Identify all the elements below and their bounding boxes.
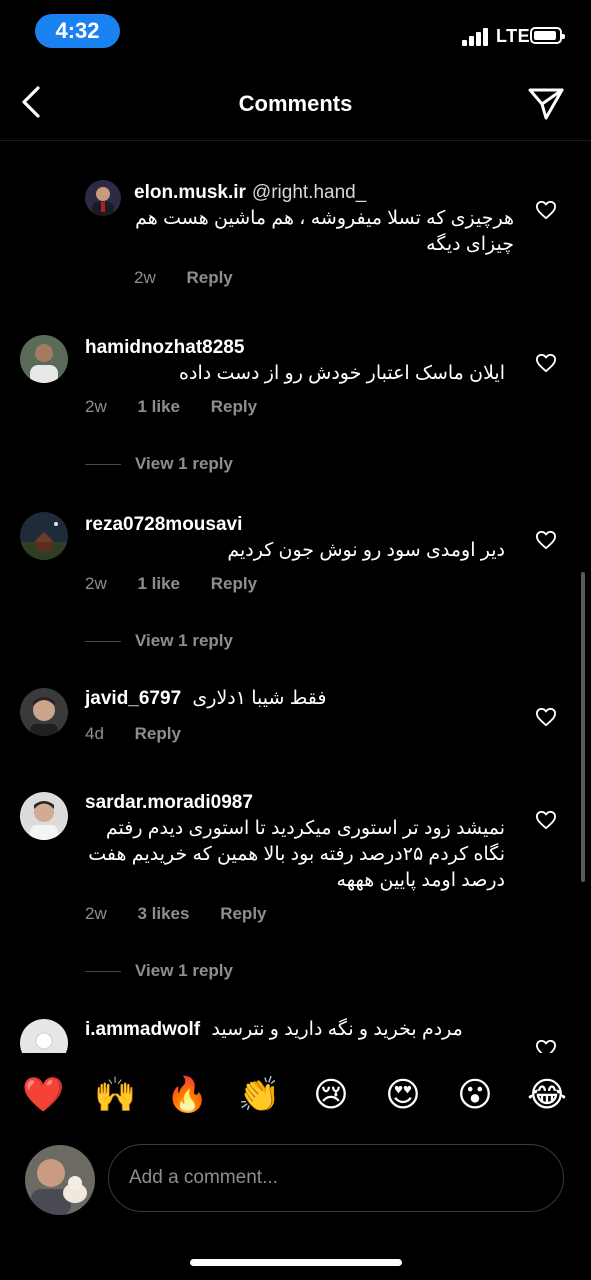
heart-icon[interactable] <box>535 530 557 550</box>
view-replies-label: View 1 reply <box>135 631 233 650</box>
status-time: 4:32 <box>35 14 120 48</box>
view-replies-button[interactable]: View 1 reply <box>85 454 233 474</box>
comment-body: هرچیزی که تسلا میفروشه ، هم ماشین هست هم… <box>135 208 514 255</box>
view-replies-button[interactable]: View 1 reply <box>85 631 233 651</box>
emoji-fire[interactable]: 🔥 <box>166 1075 208 1115</box>
comment-username[interactable]: reza0728mousavi <box>85 514 242 535</box>
emoji-clapping[interactable]: 👏 <box>238 1075 280 1115</box>
comment: reza0728mousavi دیر اومدی سود رو نوش جون… <box>0 510 591 658</box>
comment-age: 2w <box>85 904 107 923</box>
view-replies-button[interactable]: View 1 reply <box>85 961 233 981</box>
heart-icon[interactable] <box>535 200 557 220</box>
comment-username[interactable]: elon.musk.ir <box>134 182 246 203</box>
emoji-raising-hands[interactable]: 🙌 <box>94 1075 136 1115</box>
emoji-bar: ❤️ 🙌 🔥 👏 😢 😍 😮 😂 <box>0 1053 591 1139</box>
likes-count[interactable]: 3 likes <box>137 904 189 923</box>
emoji-surprised[interactable]: 😮 <box>455 1075 495 1115</box>
comment-meta: 2w Reply <box>134 268 259 288</box>
comment-age: 2w <box>85 574 107 593</box>
reply-button[interactable]: Reply <box>211 574 257 593</box>
nav-bar: Comments <box>0 64 591 141</box>
comment-text: hamidnozhat8285 ایلان ماسک اعتبار خودش ر… <box>85 335 505 387</box>
paper-plane-icon <box>528 88 564 120</box>
heart-icon[interactable] <box>535 353 557 373</box>
my-avatar[interactable] <box>25 1145 95 1215</box>
avatar[interactable] <box>85 180 121 216</box>
view-replies-label: View 1 reply <box>135 961 233 980</box>
comment: hamidnozhat8285 ایلان ماسک اعتبار خودش ر… <box>0 333 591 481</box>
comment-body: مردم بخرید و نگه دارید و نترسید <box>211 1019 463 1040</box>
divider-line <box>85 641 121 643</box>
comment: javid_6797 فقط شیبا ۱دلاری 4d Reply <box>0 686 591 756</box>
comment-age: 4d <box>85 724 104 743</box>
reply-button[interactable]: Reply <box>186 268 232 287</box>
heart-icon[interactable] <box>535 1039 557 1053</box>
comment-username[interactable]: i.ammadwolf <box>85 1019 200 1040</box>
comment-input[interactable] <box>108 1144 564 1212</box>
signal-icon <box>462 28 490 46</box>
avatar[interactable] <box>20 792 68 840</box>
emoji-heart[interactable]: ❤️ <box>22 1075 64 1115</box>
comment: i.ammadwolf مردم بخرید و نگه دارید و نتر… <box>0 1017 591 1053</box>
view-replies-label: View 1 reply <box>135 454 233 473</box>
avatar[interactable] <box>20 688 68 736</box>
network-label: LTE <box>496 26 531 46</box>
comment-meta: 4d Reply <box>85 724 207 744</box>
comment-body: نمیشد زود تر استوری میکردید تا استوری دی… <box>88 818 505 891</box>
emoji-heart-eyes[interactable]: 😍 <box>383 1075 423 1115</box>
comment-text: sardar.moradi0987 نمیشد زود تر استوری می… <box>85 790 505 894</box>
comment-meta: 2w 3 likes Reply <box>85 904 293 924</box>
emoji-crying[interactable]: 😢 <box>311 1075 351 1115</box>
scrollbar[interactable] <box>581 572 585 882</box>
divider-line <box>85 464 121 466</box>
comment-username[interactable]: hamidnozhat8285 <box>85 337 244 358</box>
heart-icon[interactable] <box>535 707 557 727</box>
reply-button[interactable]: Reply <box>135 724 181 743</box>
heart-icon[interactable] <box>535 810 557 830</box>
avatar[interactable] <box>20 335 68 383</box>
comment-text: elon.musk.ir @right.hand_ هرچیزی که تسلا … <box>134 180 514 258</box>
comment-age: 2w <box>134 268 156 287</box>
status-bar: 4:32 LTE <box>0 0 591 64</box>
comment-age: 2w <box>85 397 107 416</box>
comment-reply: elon.musk.ir @right.hand_ هرچیزی که تسلا … <box>0 178 591 298</box>
comment-mention[interactable]: @right.hand_ <box>252 182 366 203</box>
reply-button[interactable]: Reply <box>211 397 257 416</box>
comment: sardar.moradi0987 نمیشد زود تر استوری می… <box>0 790 591 990</box>
comment-composer <box>0 1140 591 1220</box>
comment-text: javid_6797 فقط شیبا ۱دلاری <box>85 686 505 712</box>
home-indicator[interactable] <box>190 1259 402 1266</box>
likes-count[interactable]: 1 like <box>137 574 180 593</box>
comment-meta: 2w 1 like Reply <box>85 397 283 417</box>
comments-list[interactable]: elon.musk.ir @right.hand_ هرچیزی که تسلا … <box>0 140 591 1053</box>
comment-body: دیر اومدی سود رو نوش جون کردیم <box>227 540 505 561</box>
comment-username[interactable]: javid_6797 <box>85 688 181 709</box>
divider-line <box>85 971 121 973</box>
avatar[interactable] <box>20 512 68 560</box>
comment-meta: 2w 1 like Reply <box>85 574 283 594</box>
comment-text: i.ammadwolf مردم بخرید و نگه دارید و نتر… <box>85 1017 505 1043</box>
share-button[interactable] <box>526 84 566 124</box>
emoji-laughing[interactable]: 😂 <box>527 1075 567 1115</box>
comment-username[interactable]: sardar.moradi0987 <box>85 792 253 813</box>
avatar[interactable] <box>20 1019 68 1053</box>
likes-count[interactable]: 1 like <box>137 397 180 416</box>
comment-body: ایلان ماسک اعتبار خودش رو از دست داده <box>179 363 505 384</box>
battery-icon <box>530 27 565 44</box>
page-title: Comments <box>238 91 353 116</box>
reply-button[interactable]: Reply <box>220 904 266 923</box>
comment-text: reza0728mousavi دیر اومدی سود رو نوش جون… <box>85 512 505 564</box>
comment-body: فقط شیبا ۱دلاری <box>192 688 327 709</box>
